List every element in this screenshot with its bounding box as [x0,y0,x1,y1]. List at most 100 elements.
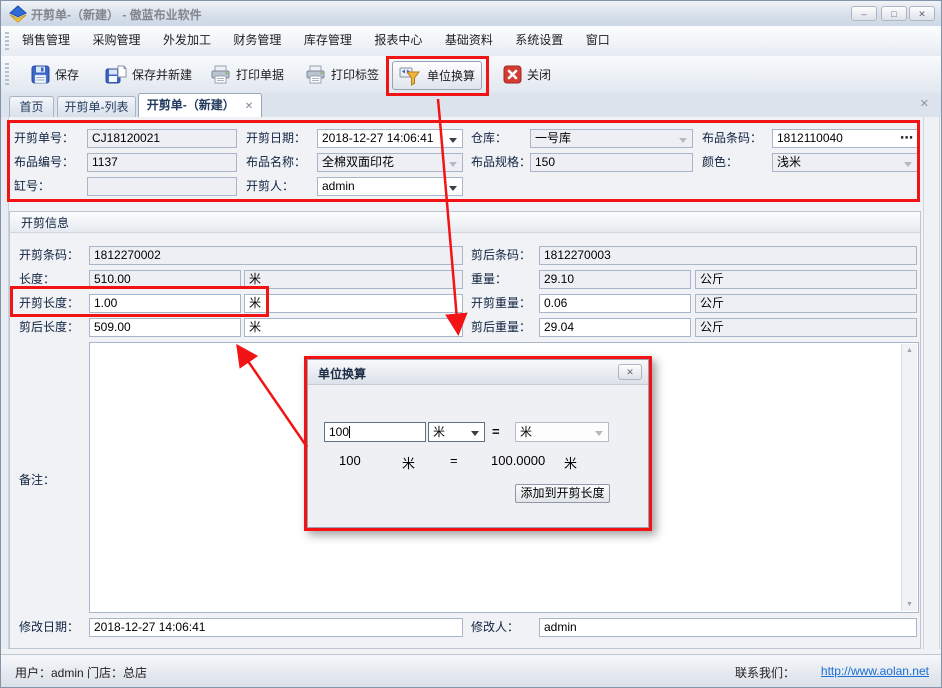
save-button[interactable]: 保存 [25,61,85,88]
after-weight-field[interactable]: 29.04 [539,318,691,337]
left-rail [1,117,9,649]
tabstrip-close-icon[interactable]: ✕ [920,97,929,110]
menu-outsource[interactable]: 外发加工 [154,26,220,55]
app-logo-icon [9,5,27,23]
weight-label: 重量： [471,270,507,289]
modified-date-field[interactable]: 2018-12-27 14:06:41 [89,618,463,637]
length-unit-field: 米 [244,270,463,289]
menu-inventory[interactable]: 库存管理 [295,26,361,55]
website-link[interactable]: http://www.aolan.net [821,664,929,678]
color-label: 颜色： [702,153,738,172]
close-icon [503,65,522,84]
product-name-combo[interactable]: 全棉双面印花 [317,153,463,172]
minimize-button[interactable]: – [851,6,877,21]
vertical-scrollbar[interactable] [923,117,940,649]
weight-field[interactable]: 29.10 [539,270,691,289]
unit-convert-icon [399,66,422,86]
close-window-button[interactable]: ✕ [909,6,935,21]
scroll-down-icon[interactable]: ▼ [902,601,917,608]
after-length-field[interactable]: 509.00 [89,318,241,337]
weight-value: 29.10 [544,272,574,286]
cut-date-label: 开剪日期： [246,129,306,148]
dialog-title-bar[interactable]: 单位换算 ✕ [308,360,648,385]
tab-cut-order-list[interactable]: 开剪单-列表 [57,96,136,117]
color-value: 浅米 [777,155,801,169]
fabric-barcode-value: 1812110040 [777,131,843,145]
amount-input[interactable]: 100 [324,422,426,442]
cut-barcode-field[interactable]: 1812270002 [89,246,463,265]
modified-date-label: 修改日期： [19,618,79,637]
cut-weight-value: 0.06 [544,296,567,310]
tab-home[interactable]: 首页 [9,96,54,117]
order-no-field[interactable]: CJ18120021 [87,129,237,148]
spec-label: 布品规格： [471,153,531,172]
cutter-combo[interactable]: admin [317,177,463,196]
add-to-cut-length-button[interactable]: 添加到开剪长度 [515,484,610,503]
scroll-up-icon[interactable]: ▲ [902,347,917,354]
chevron-down-icon[interactable] [449,138,457,143]
chevron-down-icon[interactable] [449,186,457,191]
after-weight-value: 29.04 [544,320,574,334]
save-and-new-label: 保存并新建 [132,66,192,83]
save-and-new-button[interactable]: 保存并新建 [99,61,198,88]
fabric-barcode-field[interactable]: 1812110040 ⋯ [772,129,918,148]
product-no-field[interactable]: 1137 [87,153,237,172]
tab-close-icon[interactable]: ✕ [245,101,253,112]
close-form-label: 关闭 [527,66,551,83]
tab-cut-order-new[interactable]: 开剪单-（新建）✕ [138,93,262,117]
menu-sales[interactable]: 销售管理 [13,26,79,55]
from-unit-value: 米 [433,425,445,439]
menu-purchase[interactable]: 采购管理 [83,26,149,55]
cut-date-combo[interactable]: 2018-12-27 14:06:41 [317,129,463,148]
ellipsis-lookup-button[interactable]: ⋯ [900,130,913,146]
after-barcode-field[interactable]: 1812270003 [539,246,917,265]
user-store-status: 用户：admin 门店：总店 [15,664,147,681]
unit-convert-button[interactable]: 单位换算 [392,61,482,90]
menu-window[interactable]: 窗口 [577,26,619,55]
modifier-field[interactable]: admin [539,618,917,637]
cut-weight-field[interactable]: 0.06 [539,294,691,313]
remark-label: 备注： [19,471,55,490]
cut-length-field[interactable]: 1.00 [89,294,241,313]
window-title: 开剪单-（新建） - 傲蓝布业软件 [31,6,202,23]
remark-scrollbar[interactable]: ▲ ▼ [901,344,917,611]
toolbar-grip [5,63,9,87]
tab-home-label: 首页 [19,100,43,114]
dialog-close-icon[interactable]: ✕ [618,364,642,380]
chevron-down-icon[interactable] [471,431,479,436]
menu-finance[interactable]: 财务管理 [224,26,290,55]
from-unit-combo[interactable]: 米 [428,422,485,442]
color-combo[interactable]: 浅米 [772,153,918,172]
save-new-icon [105,65,127,85]
toolbar: 保存 保存并新建 打印单据 [1,56,941,94]
menu-basedata[interactable]: 基础资料 [436,26,502,55]
title-bar: 开剪单-（新建） - 傲蓝布业软件 – □ ✕ [1,1,941,27]
cut-info-title: 开剪信息 [21,214,69,231]
length-field[interactable]: 510.00 [89,270,241,289]
print-receipt-label: 打印单据 [236,66,284,83]
save-label: 保存 [55,66,79,83]
cut-weight-unit: 公斤 [700,296,724,310]
cut-weight-label: 开剪重量： [471,294,531,313]
print-receipt-button[interactable]: 打印单据 [204,61,290,88]
menu-settings[interactable]: 系统设置 [506,26,572,55]
unit-convert-dialog: 单位换算 ✕ 100 米 = 米 100 米 = 100.0000 米 添加到开… [307,359,649,528]
menu-reports[interactable]: 报表中心 [365,26,431,55]
length-unit: 米 [249,272,261,286]
after-weight-label: 剪后重量： [471,318,531,337]
order-no-value: CJ18120021 [92,131,160,145]
cut-barcode-value: 1812270002 [94,248,161,262]
chevron-down-icon [449,162,457,167]
maximize-button[interactable]: □ [881,6,907,21]
length-label: 长度： [19,270,55,289]
to-unit-value: 米 [520,425,532,439]
tab-list-label: 开剪单-列表 [65,100,129,114]
to-unit-combo[interactable]: 米 [515,422,609,442]
vat-no-field[interactable] [87,177,237,196]
warehouse-combo[interactable]: 一号库 [530,129,693,148]
contact-label: 联系我们： [735,664,795,681]
print-label-button[interactable]: 打印标签 [299,61,385,88]
spec-field[interactable]: 150 [530,153,693,172]
close-form-button[interactable]: 关闭 [497,61,557,88]
status-bar: 用户：admin 门店：总店 联系我们： http://www.aolan.ne… [1,654,941,688]
